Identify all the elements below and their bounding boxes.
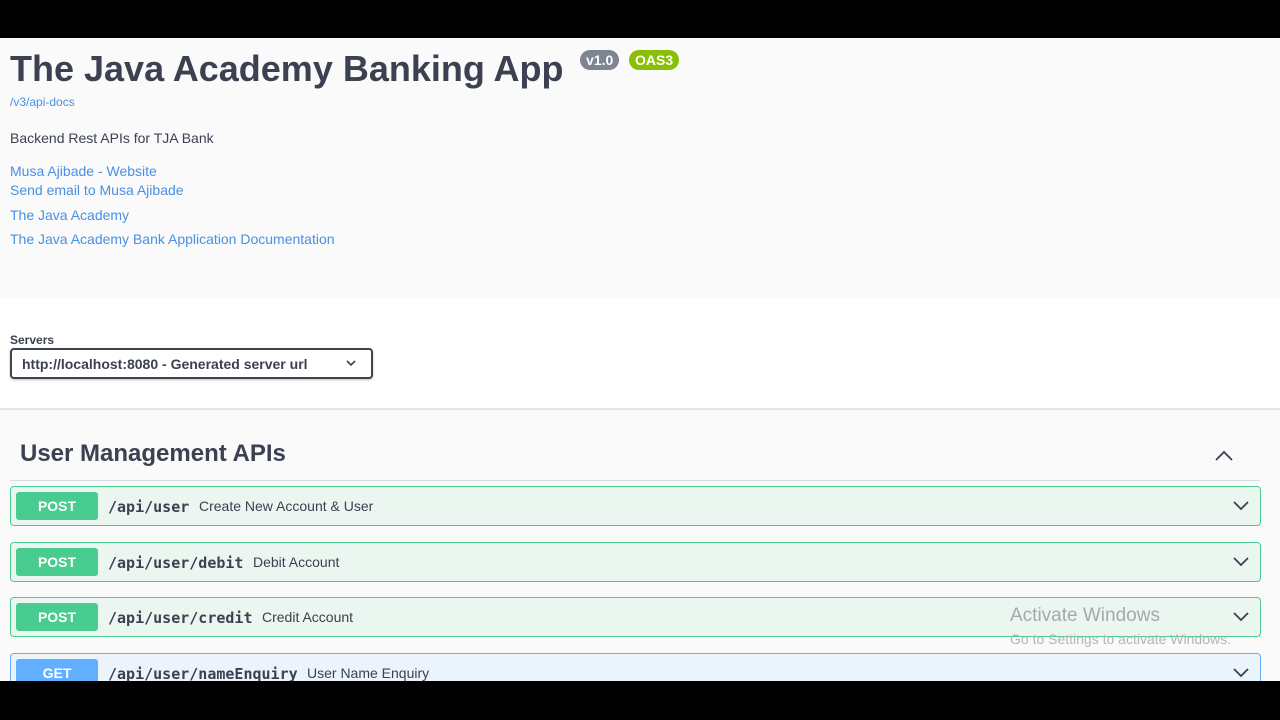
opblock-post-debit[interactable]: POST /api/user/debit Debit Account [10,542,1261,582]
bottom-letterbox-bar [0,681,1280,720]
method-badge: GET [16,659,98,681]
operation-path: /api/user [108,498,190,516]
chevron-down-icon [346,360,356,367]
version-badge: v1.0 [580,50,620,70]
operation-summary: User Name Enquiry [307,665,430,681]
contact-email-link[interactable]: Send email to Musa Ajibade [10,182,184,198]
method-badge: POST [16,603,98,631]
operation-summary: Create New Account & User [199,498,374,514]
api-description: Backend Rest APIs for TJA Bank [10,130,214,146]
oas-badge: OAS3 [629,50,680,70]
chevron-down-icon[interactable] [1232,556,1250,568]
api-info-section: The Java Academy Banking App v1.0 OAS3 /… [0,38,1280,298]
license-link[interactable]: The Java Academy [10,207,129,223]
server-select[interactable]: http://localhost:8080 - Generated server… [10,348,373,379]
page-title: The Java Academy Banking App [10,48,564,89]
top-letterbox-bar [0,0,1280,38]
method-badge: POST [16,548,98,576]
operation-path: /api/user/debit [108,554,244,572]
operation-path: /api/user/credit [108,609,253,627]
chevron-up-icon[interactable] [1214,448,1234,462]
contact-website-link[interactable]: Musa Ajibade - Website [10,163,157,179]
api-docs-link[interactable]: /v3/api-docs [10,95,75,109]
activate-windows-title: Activate Windows [1010,605,1160,626]
method-badge: POST [16,492,98,520]
activate-windows-subtitle: Go to Settings to activate Windows. [1010,631,1231,647]
operation-summary: Credit Account [262,609,354,625]
servers-label: Servers [10,333,55,347]
opblock-get-name-enquiry[interactable]: GET /api/user/nameEnquiry User Name Enqu… [10,653,1261,681]
tag-divider [10,480,1260,481]
chevron-down-icon[interactable] [1232,667,1250,679]
tag-heading[interactable]: User Management APIs [20,440,286,468]
chevron-down-icon[interactable] [1232,611,1250,623]
server-selected-value: http://localhost:8080 - Generated server… [22,356,308,372]
external-docs-link[interactable]: The Java Academy Bank Application Docume… [10,231,335,247]
swagger-ui-page: The Java Academy Banking App v1.0 OAS3 /… [0,38,1280,681]
operation-summary: Debit Account [253,554,340,570]
opblock-post-create-user[interactable]: POST /api/user Create New Account & User [10,486,1261,526]
chevron-down-icon[interactable] [1232,500,1250,512]
operation-path: /api/user/nameEnquiry [108,665,298,681]
